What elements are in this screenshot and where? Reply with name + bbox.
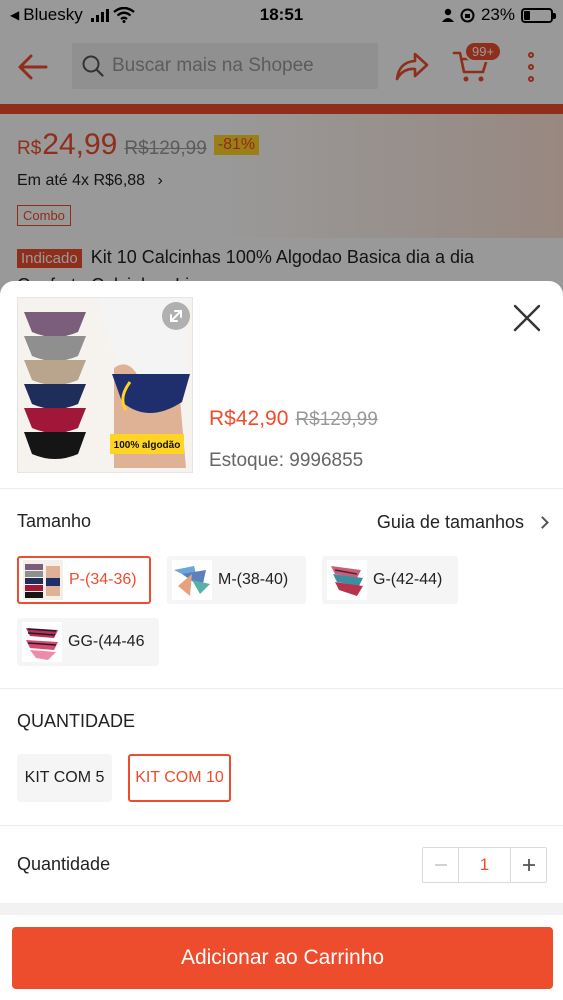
size-guide-label: Guia de tamanhos	[376, 512, 524, 532]
size-option-label: M-(38-40)	[218, 571, 289, 588]
divider	[0, 688, 563, 689]
minus-icon	[434, 864, 447, 866]
chevron-right-icon	[536, 516, 549, 529]
kit-option-label: KIT COM 10	[135, 769, 224, 786]
thumb-label: 100% algodão	[114, 440, 181, 451]
size-option-p[interactable]: P-(34-36)	[17, 556, 151, 604]
quantity-label: Quantidade	[17, 854, 111, 874]
size-thumb-image	[22, 622, 62, 662]
expand-image-icon[interactable]	[162, 302, 190, 330]
size-thumb-image	[23, 560, 63, 600]
size-option-m[interactable]: M-(38-40)	[167, 556, 306, 604]
variation-sheet: 100% algodão R$42,90 R$129,99 Estoque: 9…	[0, 281, 563, 1000]
decrease-quantity-button[interactable]	[423, 848, 458, 882]
quantity-stepper: 1	[422, 847, 547, 883]
quantity-input[interactable]: 1	[458, 848, 511, 882]
variation-current-price: R$42,90	[209, 407, 289, 430]
size-thumb-image	[172, 560, 212, 600]
plus-icon	[522, 859, 535, 871]
kit-option-5[interactable]: KIT COM 5	[17, 754, 112, 802]
add-to-cart-button[interactable]: Adicionar ao Carrinho	[12, 927, 553, 989]
divider	[0, 488, 563, 489]
size-guide-link[interactable]: Guia de tamanhos	[376, 512, 549, 533]
kit-section-label: QUANTIDADE	[17, 711, 136, 731]
size-thumb-image	[327, 560, 367, 600]
size-option-label: G-(42-44)	[373, 571, 443, 588]
variation-price: R$42,90 R$129,99	[209, 407, 378, 431]
size-option-g[interactable]: G-(42-44)	[322, 556, 458, 604]
section-spacer	[0, 903, 563, 915]
size-option-label: GG-(44-46	[68, 633, 145, 650]
size-section-label: Tamanho	[17, 511, 92, 531]
close-icon[interactable]	[510, 301, 544, 335]
increase-quantity-button[interactable]	[511, 848, 546, 882]
divider	[0, 825, 563, 826]
kit-option-10[interactable]: KIT COM 10	[128, 754, 231, 802]
size-option-gg[interactable]: GG-(44-46	[17, 618, 159, 666]
stock-count: Estoque: 9996855	[209, 450, 364, 471]
size-option-label: P-(34-36)	[69, 571, 137, 588]
variation-original-price: R$129,99	[295, 409, 378, 430]
kit-option-label: KIT COM 5	[24, 769, 105, 786]
